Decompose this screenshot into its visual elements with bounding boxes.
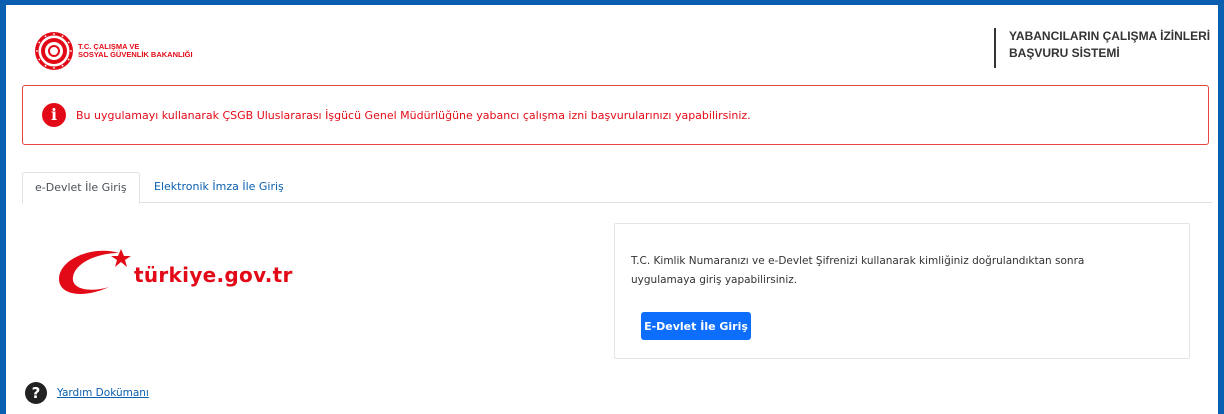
system-title-line2: BAŞVURU SİSTEMİ bbox=[1009, 46, 1120, 60]
help-document-link[interactable]: Yardım Dokümanı bbox=[57, 387, 149, 399]
tab-edevlet-login[interactable]: e-Devlet İle Giriş bbox=[22, 172, 140, 204]
ministry-seal-icon bbox=[35, 32, 73, 70]
system-title-line1: YABANCILARIN ÇALIŞMA İZİNLERİ bbox=[1009, 29, 1211, 43]
ministry-name-line2: SOSYAL GÜVENLİK BAKANLIĞI bbox=[78, 50, 193, 59]
info-alert: i Bu uygulamayı kullanarak ÇSGB Uluslara… bbox=[22, 85, 1209, 145]
login-tabs: e-Devlet İle Giriş Elektronik İmza İle G… bbox=[22, 172, 1212, 204]
tab-e-signature-login[interactable]: Elektronik İmza İle Giriş bbox=[142, 172, 296, 203]
page-frame: T.C. ÇALIŞMA VE SOSYAL GÜVENLİK BAKANLIĞ… bbox=[6, 5, 1218, 414]
ministry-name: T.C. ÇALIŞMA VE SOSYAL GÜVENLİK BAKANLIĞ… bbox=[78, 42, 193, 60]
info-icon: i bbox=[42, 103, 66, 127]
system-title: YABANCILARIN ÇALIŞMA İZİNLERİ BAŞVURU Sİ… bbox=[994, 28, 1210, 68]
edevlet-login-card: T.C. Kimlik Numaranızı ve e-Devlet Şifre… bbox=[614, 223, 1190, 359]
turkiye-gov-logo-text: türkiye.gov.tr bbox=[134, 263, 293, 287]
edevlet-login-button[interactable]: E-Devlet İle Giriş bbox=[641, 312, 751, 340]
edevlet-description: T.C. Kimlik Numaranızı ve e-Devlet Şifre… bbox=[631, 255, 1085, 286]
ministry-logo: T.C. ÇALIŞMA VE SOSYAL GÜVENLİK BAKANLIĞ… bbox=[34, 31, 193, 71]
question-circle-icon: ? bbox=[25, 382, 47, 404]
help-section: ? Yardım Dokümanı bbox=[25, 382, 149, 404]
alert-message: Bu uygulamayı kullanarak ÇSGB Uluslarara… bbox=[76, 108, 751, 122]
